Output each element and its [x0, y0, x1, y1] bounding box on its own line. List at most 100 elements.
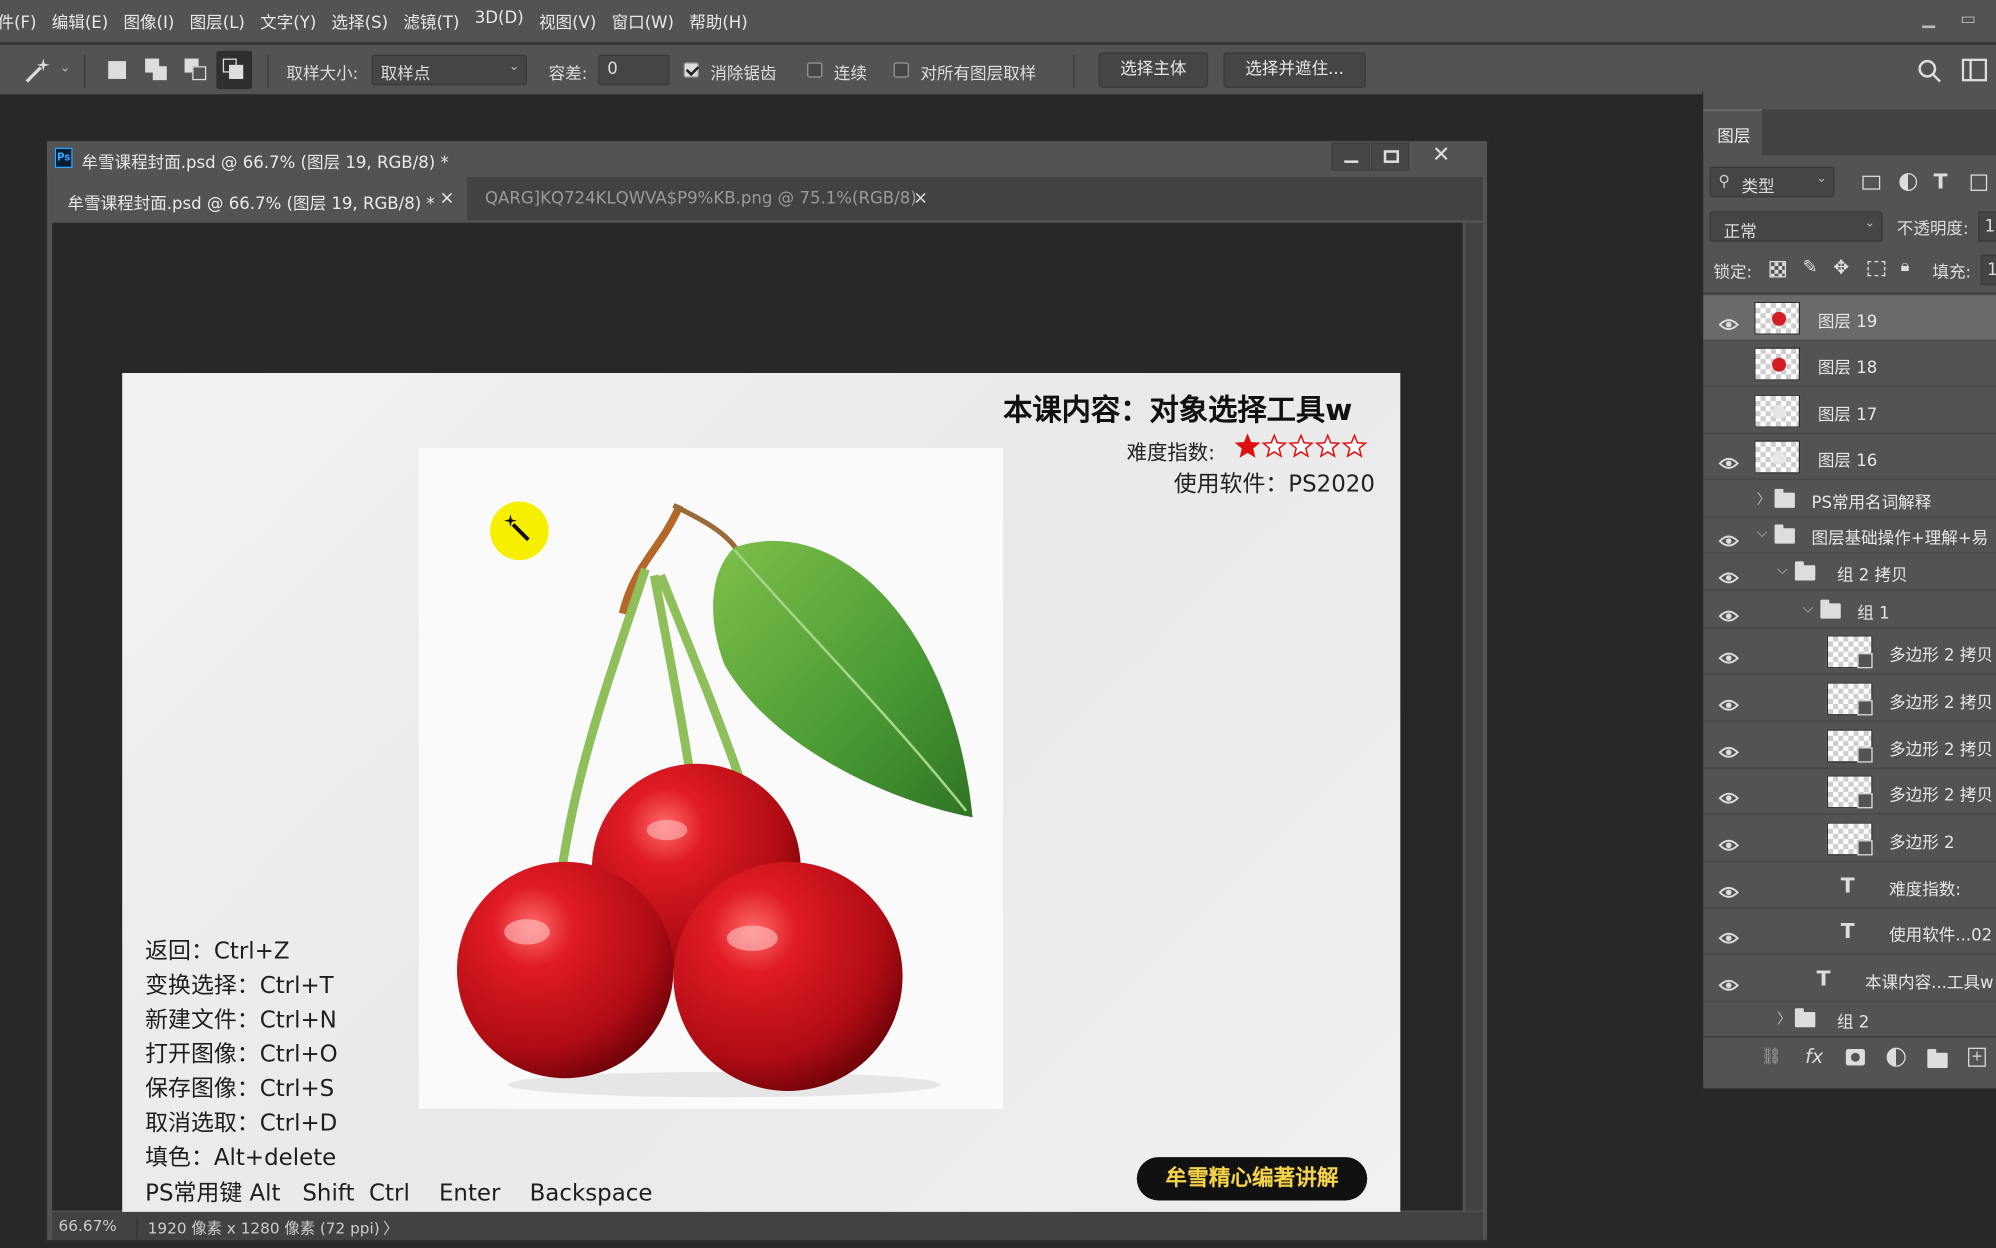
lock-transparent-icon[interactable] — [1769, 260, 1787, 278]
layer-row[interactable]: ⌵ 组 2 拷贝 — [1703, 552, 1996, 591]
layer-row[interactable]: ⌵ 组 1 — [1703, 591, 1996, 629]
layer-row[interactable]: 多边形 2 拷贝 — [1703, 676, 1996, 722]
antialias-checkbox[interactable] — [683, 62, 699, 78]
chevron-down-icon[interactable]: ⌵ — [1777, 561, 1788, 579]
chevron-right-icon[interactable]: 〉 — [1777, 1008, 1791, 1028]
filter-shape-icon[interactable] — [1970, 174, 1988, 191]
layer-row[interactable]: 〉 组 2 — [1703, 999, 1996, 1037]
zoom-level[interactable]: 66.67% — [59, 1217, 117, 1235]
layer-row[interactable]: 图层 16 — [1703, 434, 1996, 480]
eye-visible-icon[interactable] — [1718, 740, 1739, 758]
eye-hidden-icon[interactable] — [1719, 1012, 1739, 1032]
chevron-down-icon[interactable]: ⌵ — [1757, 524, 1768, 542]
layer-filter-select[interactable]: ⚲ 类型 ⌄ — [1709, 166, 1835, 198]
eye-visible-icon[interactable] — [1718, 312, 1739, 331]
add-mask-icon[interactable] — [1845, 1048, 1865, 1066]
layer-row[interactable]: 多边形 2 拷贝 — [1703, 769, 1996, 815]
eye-visible-icon[interactable] — [1718, 528, 1739, 547]
lock-position-icon[interactable]: ✥ — [1833, 256, 1849, 279]
filter-adjustment-icon[interactable] — [1899, 173, 1918, 191]
menu-item[interactable]: 文字(Y) — [253, 9, 324, 33]
artboard-canvas[interactable]: 本课内容：对象选择工具w 难度指数: 使用软件：PS2020 返回：Ctrl+Z… — [122, 372, 1401, 1225]
tab-layers[interactable]: 图层 — [1703, 109, 1762, 156]
layer-row[interactable]: 图层 19 — [1703, 295, 1996, 342]
eye-visible-icon[interactable] — [1718, 833, 1739, 851]
eye-visible-icon[interactable] — [1718, 693, 1739, 711]
menu-item[interactable]: 图层(L) — [182, 9, 253, 33]
layer-name: 组 2 — [1836, 1013, 1870, 1033]
menu-item[interactable]: 3D(D) — [467, 9, 531, 33]
layer-row[interactable]: T 本课内容...工具w — [1703, 956, 1996, 1002]
tab-active-document[interactable]: 牟雪课程封面.psd @ 66.7% (图层 19, RGB/8) * × — [52, 176, 468, 221]
menu-item[interactable]: 帮助(H) — [682, 9, 756, 33]
eye-visible-icon[interactable] — [1718, 973, 1739, 991]
layer-row[interactable]: 图层 17 — [1703, 388, 1996, 435]
menu-item[interactable]: 编辑(E) — [44, 9, 116, 33]
lock-image-brush-icon[interactable]: ✎ — [1803, 257, 1818, 277]
layer-style-fx-icon[interactable]: fx — [1805, 1045, 1823, 1068]
doc-close-icon[interactable]: ✕ — [1432, 143, 1450, 168]
tolerance-input[interactable]: 0 — [598, 54, 670, 86]
contiguous-checkbox[interactable] — [807, 62, 823, 78]
link-layers-icon[interactable]: ⛓ — [1761, 1048, 1782, 1067]
tool-preset-chevron-icon[interactable]: ⌄ — [60, 61, 71, 75]
intersect-selection-icon[interactable] — [216, 50, 253, 90]
filter-type-icon[interactable]: T — [1934, 169, 1948, 193]
layer-row[interactable]: 图层 18 — [1703, 341, 1996, 387]
menu-item[interactable]: 视图(V) — [531, 9, 604, 33]
subtract-from-selection-icon[interactable] — [184, 58, 208, 82]
add-to-selection-icon[interactable] — [145, 58, 168, 82]
doc-maximize-icon[interactable] — [1371, 142, 1410, 171]
eye-visible-icon[interactable] — [1718, 785, 1739, 804]
layer-row[interactable]: T 难度指数: — [1703, 863, 1996, 909]
status-menu-arrow[interactable]: 〉 — [383, 1217, 398, 1239]
eye-hidden-icon[interactable] — [1719, 493, 1739, 513]
eye-hidden-icon[interactable] — [1719, 405, 1739, 425]
chevron-down-icon[interactable]: ⌵ — [1803, 600, 1814, 618]
adjustment-layer-icon[interactable] — [1886, 1047, 1906, 1067]
menu-item[interactable]: 窗口(W) — [604, 9, 682, 33]
eye-visible-icon[interactable] — [1718, 880, 1739, 898]
maximize-app-icon[interactable]: ▭ — [1960, 10, 1976, 29]
tab-close-icon[interactable]: × — [440, 188, 455, 208]
eye-visible-icon[interactable] — [1718, 603, 1739, 622]
layer-row[interactable]: 多边形 2 — [1703, 816, 1996, 862]
lock-all-icon[interactable]: 🔒︎ — [1901, 257, 1910, 276]
new-selection-icon[interactable] — [108, 61, 127, 79]
menu-item[interactable]: 选择(S) — [324, 9, 396, 33]
layer-row[interactable]: T 使用软件...02 — [1703, 909, 1996, 955]
filter-pixel-icon[interactable] — [1862, 175, 1881, 190]
select-subject-button[interactable]: 选择主体 — [1098, 52, 1209, 88]
layer-row[interactable]: ⌵ 图层基础操作+理解+易 — [1703, 516, 1996, 554]
document-title-bar[interactable]: Ps 牟雪课程封面.psd @ 66.7% (图层 19, RGB/8) * ✕ — [47, 141, 1487, 175]
sample-all-layers-checkbox[interactable] — [893, 62, 909, 78]
search-icon[interactable] — [1917, 59, 1942, 90]
eye-hidden-icon[interactable] — [1719, 358, 1739, 378]
eye-visible-icon[interactable] — [1718, 565, 1739, 584]
doc-minimize-icon[interactable] — [1331, 142, 1370, 171]
lock-artboard-icon[interactable] — [1867, 260, 1886, 277]
tab-close-icon[interactable]: × — [913, 188, 928, 208]
eye-visible-icon[interactable] — [1718, 451, 1739, 469]
fill-input[interactable]: 10 — [1980, 254, 1996, 286]
new-layer-icon[interactable]: + — [1968, 1047, 1986, 1067]
layer-row[interactable]: 〉 PS常用名词解释 — [1703, 480, 1996, 519]
menu-item[interactable]: 滤镜(T) — [396, 9, 467, 33]
vertical-scrollbar[interactable] — [1465, 222, 1484, 1211]
menu-item[interactable]: 件(F) — [0, 9, 44, 33]
select-and-mask-button[interactable]: 选择并遮住... — [1223, 52, 1366, 88]
chevron-right-icon[interactable]: 〉 — [1757, 489, 1771, 509]
eye-visible-icon[interactable] — [1718, 645, 1739, 664]
minimize-app-icon[interactable]: ▁ — [1922, 10, 1935, 29]
workspace-icon[interactable] — [1961, 58, 1988, 87]
layer-row[interactable]: 多边形 2 拷贝 — [1703, 629, 1996, 675]
layer-row[interactable]: 多边形 2 拷贝 — [1703, 723, 1996, 769]
opacity-input[interactable]: 10 — [1978, 211, 1996, 242]
new-group-folder-icon[interactable] — [1927, 1048, 1948, 1069]
magic-wand-tool-icon[interactable] — [23, 56, 54, 89]
menu-item[interactable]: 图像(I) — [116, 9, 182, 33]
sample-size-select[interactable]: 取样点 ⌄ — [371, 54, 528, 86]
blend-mode-select[interactable]: 正常 ⌄ — [1709, 211, 1883, 242]
tab-png-document[interactable]: QARG]KQ724KLQWVA$P9%KB.png @ 75.1%(RGB/8… — [470, 177, 941, 220]
eye-visible-icon[interactable] — [1718, 925, 1739, 944]
